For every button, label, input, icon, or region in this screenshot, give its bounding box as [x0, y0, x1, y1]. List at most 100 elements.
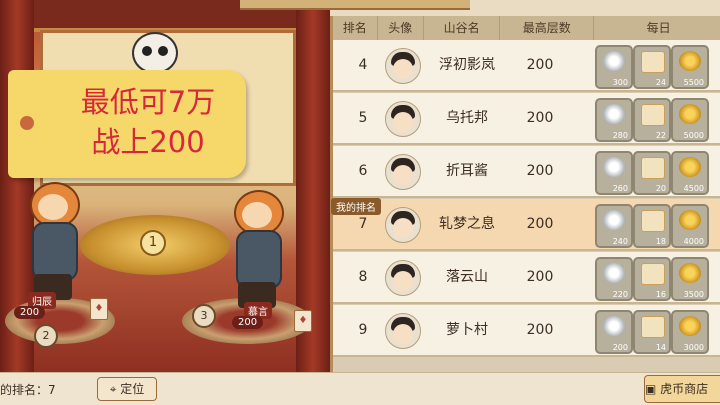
leaderboard-row[interactable]: 6 折耳酱 200 260 20 4500 [333, 146, 720, 198]
reward-tiger-coin-icon[interactable]: 3500 [671, 257, 709, 301]
reward-count: 300 [612, 78, 628, 87]
card-pack-icon [641, 316, 665, 338]
reward-silver-coin-icon[interactable]: 300 [595, 45, 633, 89]
reward-card-pack-icon[interactable]: 16 [633, 257, 671, 301]
silver-coin-icon [603, 210, 625, 230]
promo-line-1: 最低可7万 [80, 85, 216, 119]
reward-count: 280 [612, 131, 628, 140]
tiger-coin-icon [679, 157, 701, 177]
reward-count: 22 [655, 131, 666, 140]
reward-count: 200 [612, 343, 628, 352]
my-rank-text: 的排名：7 [0, 383, 56, 397]
reward-card-pack-icon[interactable]: 22 [633, 98, 671, 142]
player-rank-left: 2 [34, 324, 58, 348]
reward-tiger-coin-icon[interactable]: 4500 [671, 151, 709, 195]
locate-button[interactable]: ⌖ 定位 [97, 377, 157, 401]
player-avatar[interactable] [385, 154, 421, 190]
reward-count: 4000 [683, 237, 704, 246]
row-rank: 8 [358, 269, 368, 285]
reward-count: 16 [655, 290, 666, 299]
row-max-floor: 200 [526, 110, 554, 126]
leaderboard-panel: 排名 头像 山谷名 最高层数 每日 4 浮初影岚 200 300 24 5500 5… [330, 16, 720, 372]
row-rank: 5 [358, 110, 368, 126]
my-rank-label: 我的排名 [331, 198, 381, 215]
reward-silver-coin-icon[interactable]: 280 [595, 98, 633, 142]
reward-card-pack-icon[interactable]: 14 [633, 310, 671, 354]
card-pack-icon [641, 263, 665, 285]
reward-tiger-coin-icon[interactable]: 5000 [671, 98, 709, 142]
card-pack-icon [641, 104, 665, 126]
silver-coin-icon [603, 316, 625, 336]
tiger-coin-icon [679, 210, 701, 230]
leaderboard-row[interactable]: 4 浮初影岚 200 300 24 5500 [333, 40, 720, 92]
silver-coin-icon [603, 263, 625, 283]
reward-card-pack-icon[interactable]: 24 [633, 45, 671, 89]
row-rank: 6 [358, 163, 368, 179]
reward-silver-coin-icon[interactable]: 200 [595, 310, 633, 354]
reward-count: 260 [612, 184, 628, 193]
reward-tiger-coin-icon[interactable]: 4000 [671, 204, 709, 248]
locate-label: 定位 [120, 382, 145, 396]
row-max-floor: 200 [526, 322, 554, 338]
player-score-right: 200 [232, 316, 264, 329]
row-valley-name: 萝卜村 [446, 322, 488, 338]
row-valley-name: 乌托邦 [446, 110, 488, 126]
leaderboard-row[interactable]: 9 萝卜村 200 200 14 3000 [333, 305, 720, 357]
reward-count: 24 [655, 78, 666, 87]
podium-rank-1: 1 [140, 230, 166, 256]
reward-count: 20 [655, 184, 666, 193]
row-max-floor: 200 [526, 163, 554, 179]
silver-coin-icon [603, 157, 625, 177]
leaderboard-row[interactable]: 8 落云山 200 220 16 3500 [333, 252, 720, 304]
player-avatar[interactable] [385, 260, 421, 296]
row-max-floor: 200 [526, 216, 554, 232]
player-avatar[interactable] [385, 48, 421, 84]
reward-silver-coin-icon[interactable]: 260 [595, 151, 633, 195]
player-avatar[interactable] [385, 101, 421, 137]
silver-coin-icon [603, 51, 625, 71]
player-avatar[interactable] [385, 313, 421, 349]
header-rank: 排名 [333, 16, 378, 40]
reward-tiger-coin-icon[interactable]: 3000 [671, 310, 709, 354]
reward-count: 14 [655, 343, 666, 352]
tiger-coin-icon [679, 104, 701, 124]
row-rank: 4 [358, 57, 368, 73]
reward-count: 5000 [683, 131, 704, 140]
header-daily: 每日 [646, 21, 671, 35]
row-max-floor: 200 [526, 57, 554, 73]
tiger-coin-icon [679, 263, 701, 283]
row-max-floor: 200 [526, 269, 554, 285]
silver-coin-icon [603, 104, 625, 124]
tiger-coin-shop-button[interactable]: ▣ 虎币商店 [644, 375, 720, 403]
player-character-left[interactable] [18, 182, 88, 302]
promo-price-tag: 最低可7万 战上200 [8, 70, 246, 178]
reward-card-pack-icon[interactable]: 18 [633, 204, 671, 248]
header-max-floor: 最高层数 [500, 16, 595, 40]
leaderboard-row[interactable]: 7 轧梦之息 200 240 18 4000 [333, 199, 720, 251]
reward-count: 4500 [683, 184, 704, 193]
card-pack-icon [641, 157, 665, 179]
leaderboard-header: 排名 头像 山谷名 最高层数 每日 [333, 16, 720, 40]
player-avatar[interactable] [385, 207, 421, 243]
arena-scene: 1 归辰 200 2 ♦ 慕言 200 3 ♦ 最低可7万 战上200 [0, 0, 330, 372]
reward-count: 240 [612, 237, 628, 246]
top-title-strip [240, 0, 470, 10]
reward-card-pack-icon[interactable]: 20 [633, 151, 671, 195]
promo-text: 最低可7万 战上200 [58, 82, 238, 162]
card-pack-icon [641, 210, 665, 232]
card-icon-right[interactable]: ♦ [294, 310, 312, 332]
row-valley-name: 折耳酱 [446, 163, 488, 179]
player-rank-right: 3 [192, 304, 216, 328]
reward-tiger-coin-icon[interactable]: 5500 [671, 45, 709, 89]
card-icon-left[interactable]: ♦ [90, 298, 108, 320]
player-character-right[interactable] [222, 190, 292, 310]
reward-count: 220 [612, 290, 628, 299]
tiger-coin-icon [679, 51, 701, 71]
reward-silver-coin-icon[interactable]: 240 [595, 204, 633, 248]
reward-silver-coin-icon[interactable]: 220 [595, 257, 633, 301]
leaderboard-row[interactable]: 5 乌托邦 200 280 22 5000 [333, 93, 720, 145]
reward-count: 5500 [683, 78, 704, 87]
row-rank: 9 [358, 322, 368, 338]
promo-line-2: 战上200 [91, 125, 205, 159]
shop-icon: ▣ [645, 382, 657, 396]
